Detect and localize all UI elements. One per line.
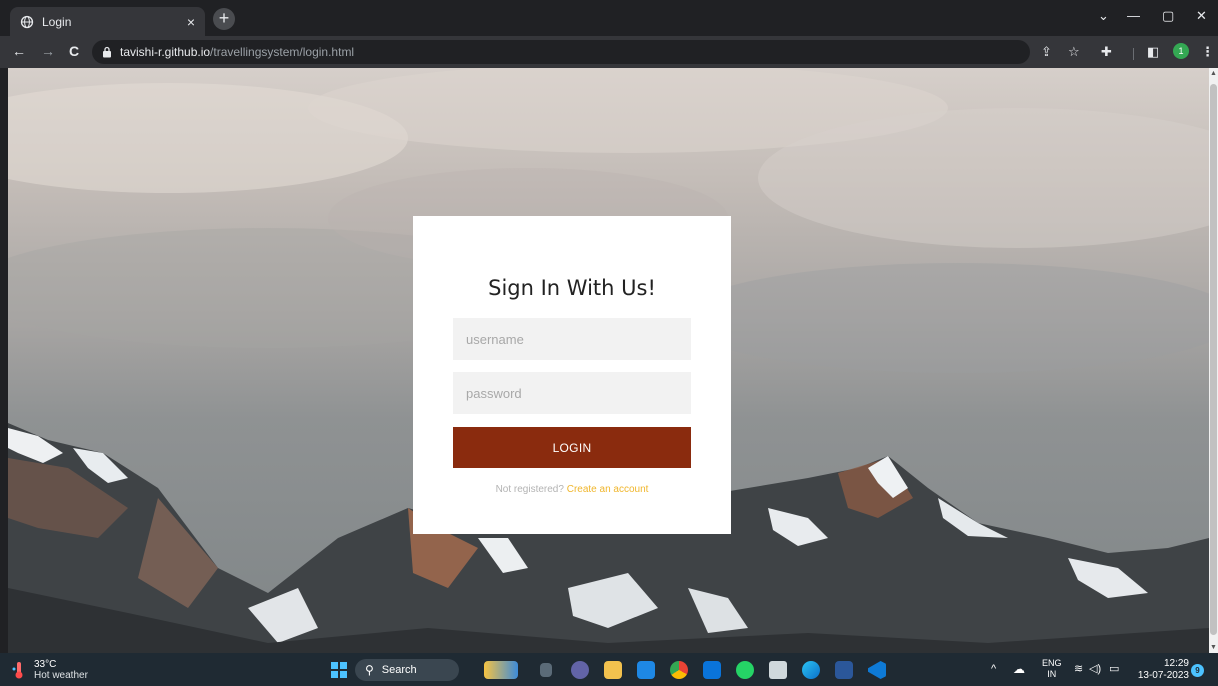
teams-chat-icon[interactable]: [571, 661, 589, 679]
outlook-icon[interactable]: [703, 661, 721, 679]
password-input[interactable]: [453, 372, 691, 414]
tab-search-icon[interactable]: ⌄: [1098, 8, 1109, 24]
onedrive-cloud-icon[interactable]: ☁: [1013, 662, 1025, 676]
windows-taskbar: 33°C Hot weather ⚲ Search ^ ☁ ENG IN ≋ ◁…: [0, 653, 1218, 686]
language-region: IN: [1047, 669, 1057, 679]
page-scrollbar[interactable]: ▲ ▼: [1209, 68, 1218, 653]
language-indicator[interactable]: ENG IN: [1042, 658, 1062, 680]
create-account-link[interactable]: Create an account: [567, 484, 649, 495]
scroll-up-icon[interactable]: ▲: [1210, 70, 1217, 77]
login-button[interactable]: LOGIN: [453, 427, 691, 468]
edge-icon[interactable]: [802, 661, 820, 679]
tab-close-icon[interactable]: ×: [187, 14, 195, 30]
volume-icon[interactable]: ◁): [1089, 662, 1101, 675]
back-icon[interactable]: ←: [12, 43, 26, 59]
maximize-icon[interactable]: ▢: [1162, 8, 1174, 24]
virtualbox-icon[interactable]: [769, 661, 787, 679]
bookmark-star-icon[interactable]: ☆: [1068, 44, 1080, 60]
widgets-icon[interactable]: [484, 661, 518, 679]
taskbar-search-label: Search: [381, 664, 417, 676]
thermometer-icon: [12, 662, 23, 679]
login-card: Sign In With Us! LOGIN Not registered? C…: [413, 216, 731, 534]
weather-temperature: 33°C: [34, 659, 57, 670]
browser-tab-bar: Login × + ⌄ — ▢ ✕: [0, 0, 1218, 36]
wifi-icon[interactable]: ≋: [1074, 662, 1083, 675]
globe-icon: [20, 15, 34, 29]
register-prompt: Not registered? Create an account: [413, 484, 731, 495]
menu-kebab-icon[interactable]: ⋮: [1201, 44, 1214, 60]
weather-widget[interactable]: 33°C Hot weather: [12, 659, 88, 681]
windows-start-icon[interactable]: [331, 662, 347, 678]
mail-icon[interactable]: [637, 661, 655, 679]
language-code: ENG: [1042, 658, 1062, 668]
profile-avatar[interactable]: 1: [1173, 43, 1189, 59]
system-clock[interactable]: 12:29 13-07-2023: [1134, 658, 1189, 682]
vscode-icon[interactable]: [868, 661, 886, 679]
task-view-icon[interactable]: [540, 663, 552, 677]
weather-description: Hot weather: [34, 670, 88, 681]
forward-icon[interactable]: →: [41, 43, 55, 59]
window-close-icon[interactable]: ✕: [1196, 8, 1207, 24]
battery-icon[interactable]: ▭: [1109, 662, 1119, 675]
scroll-down-icon[interactable]: ▼: [1210, 644, 1217, 651]
reload-icon[interactable]: C: [69, 43, 79, 59]
lock-icon: [102, 46, 112, 58]
file-explorer-icon[interactable]: [604, 661, 622, 679]
username-input[interactable]: [453, 318, 691, 360]
notification-badge[interactable]: 9: [1191, 664, 1204, 677]
side-panel-icon[interactable]: ◧: [1147, 44, 1159, 60]
toolbar-divider: [1133, 48, 1134, 60]
chrome-icon[interactable]: [670, 661, 688, 679]
url-path: /travellingsystem/login.html: [210, 45, 355, 59]
chevron-up-icon[interactable]: ^: [991, 663, 996, 675]
page-viewport: Sign In With Us! LOGIN Not registered? C…: [8, 68, 1209, 653]
browser-toolbar: ← → C tavishi-r.github.io/travellingsyst…: [0, 36, 1218, 68]
search-icon: ⚲: [365, 663, 374, 677]
whatsapp-icon[interactable]: [736, 661, 754, 679]
taskbar-search[interactable]: ⚲ Search: [355, 659, 459, 681]
extensions-icon[interactable]: ✚: [1101, 44, 1112, 60]
url-host: tavishi-r.github.io: [120, 45, 211, 59]
share-icon[interactable]: ⇪: [1041, 44, 1052, 60]
not-registered-text: Not registered?: [495, 484, 564, 495]
word-icon[interactable]: [835, 661, 853, 679]
new-tab-button[interactable]: +: [213, 8, 235, 30]
clock-date: 13-07-2023: [1137, 670, 1189, 681]
clock-time: 12:29: [1163, 658, 1189, 669]
tab-title: Login: [42, 14, 72, 29]
scrollbar-thumb[interactable]: [1210, 84, 1217, 635]
browser-tab[interactable]: Login ×: [10, 7, 205, 36]
login-heading: Sign In With Us!: [488, 276, 656, 300]
minimize-icon[interactable]: —: [1127, 8, 1140, 23]
address-bar[interactable]: tavishi-r.github.io/travellingsystem/log…: [92, 40, 1030, 64]
